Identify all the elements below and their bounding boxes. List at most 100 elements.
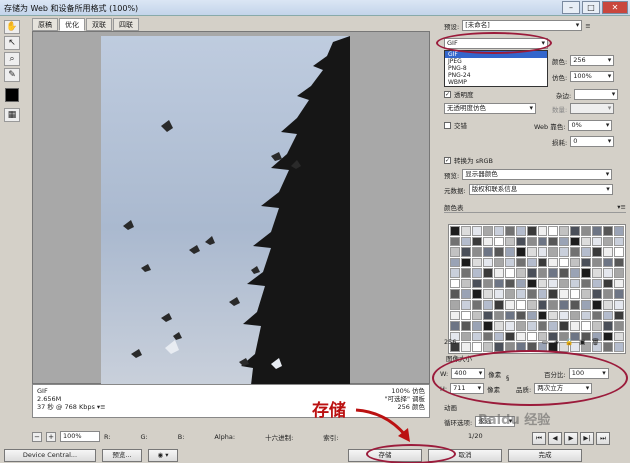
color-table-swatch[interactable] <box>515 289 526 300</box>
color-table-swatch[interactable] <box>614 310 624 321</box>
color-table-swatch[interactable] <box>603 236 614 247</box>
color-table-swatch[interactable] <box>504 310 515 321</box>
color-table-swatch[interactable] <box>482 278 493 289</box>
color-table-swatch[interactable] <box>460 257 471 268</box>
color-table-swatch[interactable] <box>537 300 548 310</box>
color-table-swatch[interactable] <box>515 257 526 268</box>
color-table-swatch[interactable] <box>614 257 624 268</box>
color-table-swatch[interactable] <box>548 289 559 300</box>
color-table-swatch[interactable] <box>559 300 570 310</box>
dither-amount[interactable]: 100% <box>570 71 615 82</box>
new-color-icon[interactable]: ▣ <box>579 338 585 346</box>
device-central-button[interactable]: Device Central... <box>4 448 96 462</box>
color-table-swatch[interactable] <box>614 289 624 300</box>
color-table-swatch[interactable] <box>493 268 504 278</box>
next-frame-icon[interactable]: ▶| <box>580 432 594 445</box>
color-table-swatch[interactable] <box>592 300 603 310</box>
hand-tool-icon[interactable]: ✋ <box>4 20 20 34</box>
color-table-swatch[interactable] <box>450 321 460 331</box>
color-table-swatch[interactable] <box>450 289 460 300</box>
color-table-swatch[interactable] <box>460 278 471 289</box>
color-table-swatch[interactable] <box>482 289 493 300</box>
color-table-swatch[interactable] <box>504 268 515 278</box>
zoom-level-select[interactable]: 100% <box>60 431 100 442</box>
width-field[interactable]: 400 <box>451 368 486 379</box>
color-table-swatch[interactable] <box>614 321 624 331</box>
minimize-button[interactable]: – <box>562 1 580 14</box>
color-table-swatch[interactable] <box>482 236 493 247</box>
delete-color-icon[interactable]: 🗑 <box>591 338 599 346</box>
color-table-swatch[interactable] <box>504 342 515 352</box>
color-table-menu-icon[interactable]: ▾≡ <box>617 203 626 211</box>
color-table-swatch[interactable] <box>526 268 537 278</box>
color-table-swatch[interactable] <box>548 236 559 247</box>
color-table-swatch[interactable] <box>471 278 482 289</box>
browser-preview-icon[interactable]: ◉ ▾ <box>148 448 178 462</box>
transparency-checkbox[interactable]: ✓ <box>444 90 451 98</box>
web-shift-icon[interactable]: ◈ <box>554 338 559 346</box>
color-table-swatch[interactable] <box>581 289 592 300</box>
color-table-swatch[interactable] <box>592 236 603 247</box>
color-table-swatch[interactable] <box>581 278 592 289</box>
color-table-swatch[interactable] <box>450 310 460 321</box>
color-table-swatch[interactable] <box>570 247 581 257</box>
transparency-dither-select[interactable]: 无透明度仿色 <box>444 103 536 114</box>
color-table-swatch[interactable] <box>526 226 537 236</box>
metadata-select[interactable]: 版权和联系信息 <box>468 184 613 195</box>
color-table-swatch[interactable] <box>460 310 471 321</box>
color-table-swatch[interactable] <box>471 247 482 257</box>
color-table-swatch[interactable] <box>471 331 482 342</box>
color-table-swatch[interactable] <box>471 226 482 236</box>
color-table-swatch[interactable] <box>614 268 624 278</box>
map-transparent-icon[interactable]: ▭ <box>542 338 548 346</box>
color-table-swatch[interactable] <box>515 226 526 236</box>
color-table-swatch[interactable] <box>515 247 526 257</box>
color-table-swatch[interactable] <box>450 278 460 289</box>
color-table-swatch[interactable] <box>581 236 592 247</box>
color-table-swatch[interactable] <box>570 268 581 278</box>
color-table-swatch[interactable] <box>548 321 559 331</box>
color-table-swatch[interactable] <box>526 321 537 331</box>
color-table-swatch[interactable] <box>471 268 482 278</box>
color-table-swatch[interactable] <box>581 226 592 236</box>
color-table-swatch[interactable] <box>460 331 471 342</box>
color-table-swatch[interactable] <box>526 247 537 257</box>
color-table-swatch[interactable] <box>526 300 537 310</box>
color-table-swatch[interactable] <box>450 247 460 257</box>
color-table-swatch[interactable] <box>471 257 482 268</box>
color-table-swatch[interactable] <box>614 342 624 352</box>
last-frame-icon[interactable]: ⏭ <box>596 432 610 445</box>
color-table-swatch[interactable] <box>450 257 460 268</box>
color-table-swatch[interactable] <box>570 226 581 236</box>
lock-color-icon[interactable]: 🔒 <box>565 338 573 346</box>
color-table-swatch[interactable] <box>482 310 493 321</box>
color-table-swatch[interactable] <box>581 321 592 331</box>
color-table-swatch[interactable] <box>526 257 537 268</box>
color-table-swatch[interactable] <box>471 236 482 247</box>
color-table-swatch[interactable] <box>614 331 624 342</box>
height-field[interactable]: 711 <box>450 383 485 394</box>
color-table-swatch[interactable] <box>450 236 460 247</box>
color-table-swatch[interactable] <box>504 321 515 331</box>
color-table-swatch[interactable] <box>581 310 592 321</box>
color-table-swatch[interactable] <box>460 321 471 331</box>
color-table-swatch[interactable] <box>482 247 493 257</box>
color-table-swatch[interactable] <box>548 278 559 289</box>
color-table-swatch[interactable] <box>537 278 548 289</box>
color-table-swatch[interactable] <box>559 321 570 331</box>
color-table-swatch[interactable] <box>559 289 570 300</box>
color-table-swatch[interactable] <box>548 226 559 236</box>
color-table-swatch[interactable] <box>603 342 614 352</box>
color-table-swatch[interactable] <box>526 331 537 342</box>
eyedropper-tool-icon[interactable]: ✎ <box>4 68 20 82</box>
color-table-swatch[interactable] <box>559 278 570 289</box>
color-table-swatch[interactable] <box>603 321 614 331</box>
color-table-swatch[interactable] <box>548 257 559 268</box>
color-table-grid[interactable] <box>448 224 626 354</box>
preview-button[interactable]: 预览... <box>102 448 142 462</box>
tab-4up[interactable]: 四联 <box>113 18 139 31</box>
color-table-swatch[interactable] <box>504 257 515 268</box>
color-table-swatch[interactable] <box>515 342 526 352</box>
color-table-swatch[interactable] <box>482 226 493 236</box>
color-table-swatch[interactable] <box>504 278 515 289</box>
